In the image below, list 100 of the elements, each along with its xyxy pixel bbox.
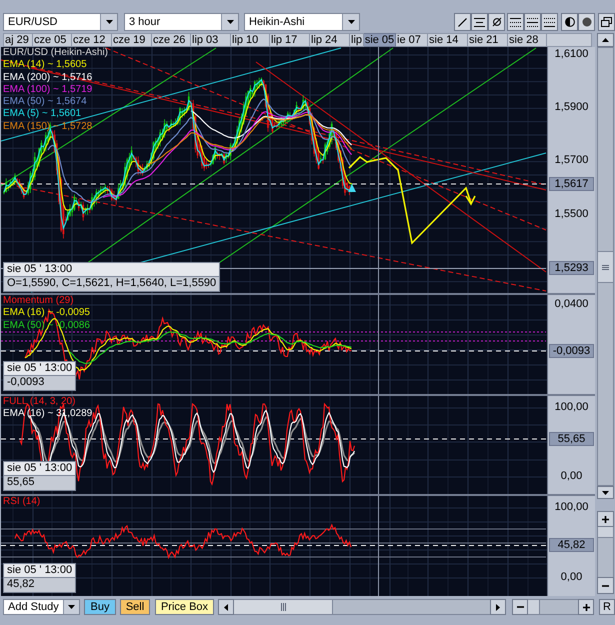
legend-label: EMA (50) ~ 1,5674 <box>3 96 87 108</box>
slashed-circle-button[interactable] <box>488 13 505 31</box>
legend-label: EMA (5) ~ 1,5601 <box>3 108 82 121</box>
grid-lines-button[interactable] <box>524 13 541 31</box>
date-label: lip 24 <box>310 33 350 47</box>
filled-circle-button[interactable] <box>578 13 595 31</box>
caret-right-icon <box>496 604 500 610</box>
zoom-in-button[interactable] <box>578 599 594 615</box>
scroll-thumb[interactable] <box>234 600 333 614</box>
interval-dropdown[interactable]: 3 hour <box>124 13 239 31</box>
half-filled-circle-icon <box>564 17 574 27</box>
dropdown-arrow-button[interactable] <box>63 600 79 614</box>
caret-down-icon <box>348 20 354 24</box>
windows-button[interactable] <box>598 13 615 31</box>
legend-label: Momentum (29) <box>3 295 74 308</box>
grid-lines-button[interactable] <box>507 13 524 31</box>
dotted-lines-icon <box>510 18 521 26</box>
zoom-in-button[interactable] <box>597 511 614 527</box>
add-study-dropdown[interactable]: Add Study <box>3 599 80 615</box>
dropdown-arrow-button[interactable] <box>100 14 117 30</box>
filled-circle-icon <box>582 17 592 27</box>
price-box-button[interactable]: Price Box <box>155 599 214 615</box>
axis-tick-label: 1,5900 <box>554 101 588 114</box>
cursor-values: 45,82 <box>3 578 76 593</box>
date-label: lip 10 <box>231 33 270 47</box>
legend-label: EMA (14) ~ 1,5605 <box>3 59 87 72</box>
cursor-values: O=1,5590, C=1,5621, H=1,5640, L=1,5590 <box>3 277 220 292</box>
legend-label: EUR/USD (Heikin-Ashi) <box>3 47 108 60</box>
dotted-lines-icon <box>527 18 538 26</box>
cursor-time: sie 05 ' 13:00 <box>3 563 76 578</box>
axis-tick-label: 1,5500 <box>554 208 588 221</box>
reset-button[interactable]: R <box>599 599 615 615</box>
date-label: cze 26 <box>152 33 191 47</box>
date-label: cze 12 <box>72 33 112 47</box>
cursor-time: sie 05 ' 13:00 <box>3 461 76 476</box>
symbol-dropdown[interactable]: EUR/USD <box>3 13 118 31</box>
dropdown-arrow-button[interactable] <box>221 14 238 30</box>
axis-value-marker: 55,65 <box>549 432 594 446</box>
plus-icon <box>602 516 609 522</box>
axis-tick-label: 0,00 <box>560 470 582 483</box>
axis-value-marker: -0,0093 <box>549 344 594 358</box>
axis-value-marker: 1,5617 <box>549 177 594 191</box>
plus-icon <box>582 604 590 610</box>
axis-tick-label: 1,5700 <box>554 154 588 167</box>
axis-tick-label: 0,0400 <box>554 298 588 311</box>
axis-tick-label: 0,00 <box>560 571 582 584</box>
scroll-thumb[interactable] <box>598 251 613 283</box>
line-tool-button[interactable] <box>454 13 471 31</box>
zoom-slider-handle[interactable] <box>598 527 613 538</box>
caret-down-icon <box>602 490 609 494</box>
sell-button[interactable]: Sell <box>120 599 150 615</box>
caret-down-icon <box>106 20 112 24</box>
slashed-circle-icon <box>492 17 502 27</box>
minus-icon <box>516 606 524 608</box>
caret-up-icon <box>602 38 609 42</box>
caret-left-icon <box>224 604 228 610</box>
lines-tool-button[interactable] <box>471 13 488 31</box>
scroll-down-button[interactable] <box>597 486 614 499</box>
cursor-date-label: sie 05 <box>364 33 396 47</box>
legend-label: FULL (14, 3, 20) <box>3 396 76 408</box>
scroll-right-button[interactable] <box>490 599 506 615</box>
triangle-marker-icon <box>348 184 356 192</box>
date-label: sie 28 <box>508 33 547 47</box>
dropdown-arrow-button[interactable] <box>342 14 359 30</box>
scroll-left-button[interactable] <box>218 599 234 615</box>
axis-tick-label: 1,6100 <box>554 48 588 61</box>
date-label: cze 19 <box>112 33 152 47</box>
diagonal-line-icon <box>458 18 467 26</box>
date-label: sie 14 <box>428 33 468 47</box>
overlapping-windows-icon <box>601 17 612 27</box>
grip-icon <box>280 603 286 611</box>
cursor-values: 55,65 <box>3 476 76 491</box>
date-label: aj 29 <box>3 33 33 47</box>
chart-style-dropdown[interactable]: Heikin-Ashi <box>244 13 360 31</box>
date-label: ie 07 <box>396 33 428 47</box>
date-label: lip 17 <box>270 33 310 47</box>
horizontal-lines-icon <box>474 18 485 26</box>
cursor-time: sie 05 ' 13:00 <box>3 361 76 376</box>
zoom-out-button[interactable] <box>512 599 528 615</box>
buy-button[interactable]: Buy <box>84 599 116 615</box>
zoom-out-button[interactable] <box>597 577 614 594</box>
legend-label: EMA (100) ~ 1,5719 <box>3 84 92 96</box>
scroll-up-button[interactable] <box>597 33 614 47</box>
date-label: lip <box>350 33 364 47</box>
half-circle-button[interactable] <box>561 13 578 31</box>
cursor-time: sie 05 ' 13:00 <box>3 262 220 277</box>
caret-down-icon <box>226 20 234 24</box>
axis-value-marker: 1,5293 <box>549 261 594 275</box>
date-label: sie 21 <box>468 33 508 47</box>
axis-tick-label: 100,00 <box>554 501 588 514</box>
zoom-slider-handle[interactable] <box>528 600 540 614</box>
grip-icon <box>602 264 609 270</box>
grid-lines-button[interactable] <box>541 13 558 31</box>
dotted-lines-icon <box>544 18 555 26</box>
cursor-values: -0,0093 <box>3 376 76 391</box>
date-label: lip 03 <box>191 33 231 47</box>
minus-icon <box>602 584 609 586</box>
axis-value-marker: 45,82 <box>549 538 594 552</box>
date-label: cze 05 <box>33 33 72 47</box>
axis-tick-label: 100,00 <box>554 401 588 414</box>
